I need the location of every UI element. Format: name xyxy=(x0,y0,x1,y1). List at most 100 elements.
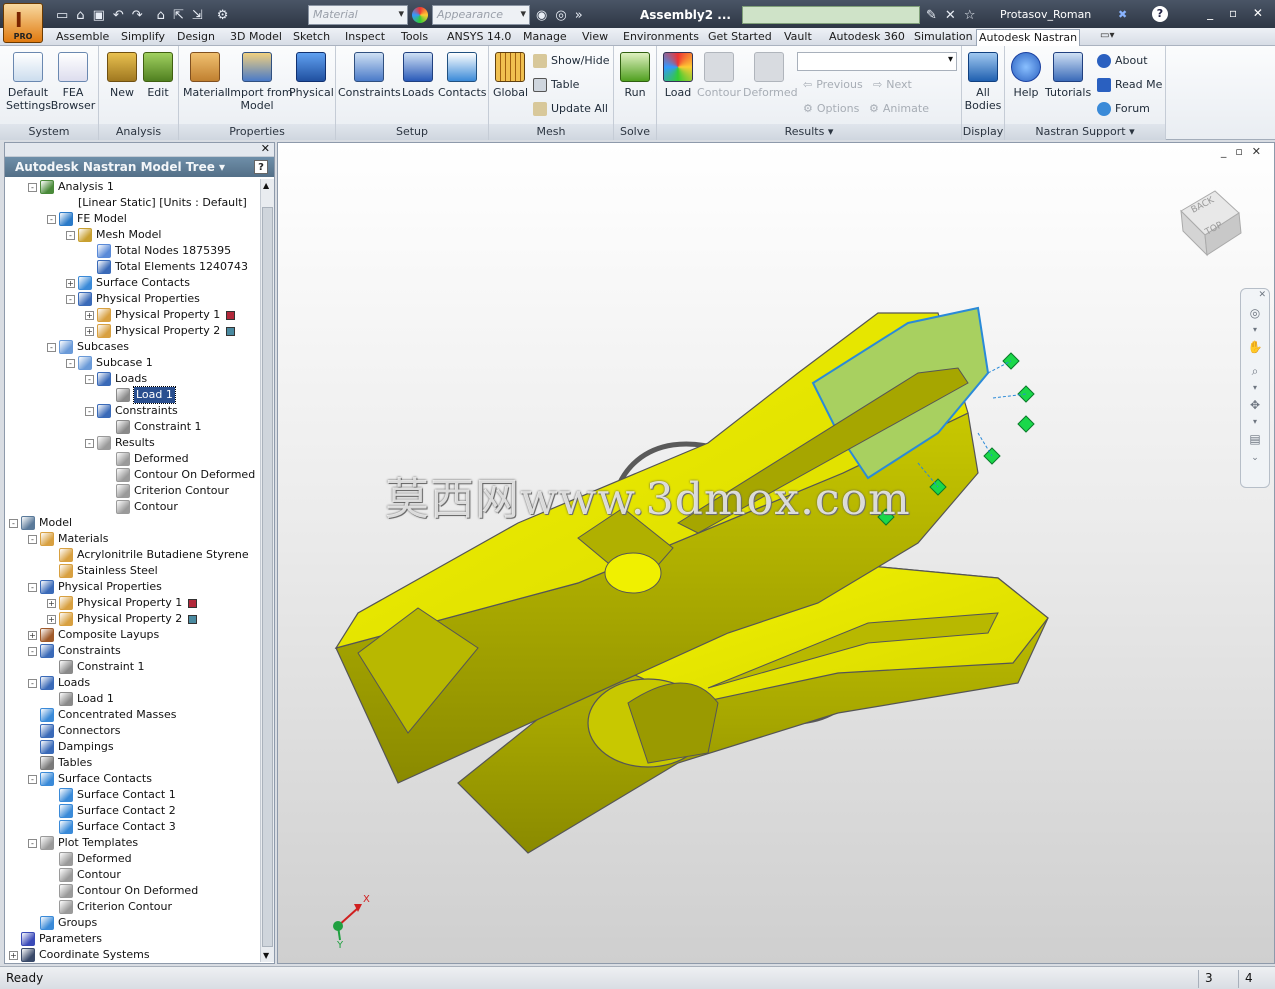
zoom-icon[interactable]: ⌕ xyxy=(1241,359,1269,383)
tree-node[interactable]: - Results xyxy=(85,435,155,451)
collapse-icon[interactable]: - xyxy=(85,438,94,448)
window-controls[interactable]: _ ▫ ✕ xyxy=(1207,6,1269,20)
scroll-thumb[interactable] xyxy=(262,207,273,947)
tree-node[interactable]: Acrylonitrile Butadiene Styrene xyxy=(47,547,249,563)
tree-node[interactable]: Groups xyxy=(28,915,97,931)
tree-node[interactable]: - Mesh Model xyxy=(66,227,161,243)
tools-icon[interactable]: ✕ xyxy=(945,8,956,23)
default-settings-button[interactable]: Default Settings xyxy=(6,52,51,112)
tree-node[interactable]: + Physical Property 2 xyxy=(85,323,236,339)
collapse-icon[interactable]: - xyxy=(28,774,37,784)
update-all-button[interactable]: Update All xyxy=(533,102,608,116)
tree-node[interactable]: - Constraints xyxy=(85,403,178,419)
more-icon[interactable]: » xyxy=(575,8,583,23)
chevron-down-icon[interactable]: ▾ xyxy=(1241,417,1269,427)
select-icon[interactable]: ⇲ xyxy=(192,8,203,23)
tab-tools[interactable]: Tools xyxy=(399,29,430,45)
collapse-icon[interactable]: - xyxy=(28,182,37,192)
user-name[interactable]: Protasov_Roman xyxy=(1000,8,1091,21)
material-button[interactable]: Material xyxy=(183,52,228,99)
show-hide-button[interactable]: Show/Hide xyxy=(533,54,609,68)
collapse-icon[interactable]: - xyxy=(47,342,56,352)
tree-node[interactable]: Total Nodes 1875395 xyxy=(85,243,231,259)
scroll-up-icon[interactable]: ▲ xyxy=(263,181,269,190)
loads-button[interactable]: Loads xyxy=(400,52,436,99)
home-icon[interactable]: ⌂ xyxy=(157,8,165,23)
redo-icon[interactable]: ↷ xyxy=(132,8,143,23)
tree-node[interactable]: Surface Contact 3 xyxy=(47,819,176,835)
deformed-button[interactable]: Deformed xyxy=(743,52,798,99)
appearance-select[interactable]: Appearance xyxy=(432,5,530,25)
return-icon[interactable]: ⇱ xyxy=(173,8,184,23)
tree-node[interactable]: - Model xyxy=(9,515,72,531)
collapse-icon[interactable]: - xyxy=(28,534,37,544)
tree-node[interactable]: Criterion Contour xyxy=(47,899,172,915)
tree-node[interactable]: - Constraints xyxy=(28,643,121,659)
tree-node[interactable]: Contour On Deformed xyxy=(47,883,198,899)
tree-node[interactable]: + Composite Layups xyxy=(28,627,159,643)
clear-icon[interactable]: ◎ xyxy=(555,8,566,23)
ribbon-minimize-icon[interactable]: ▭▾ xyxy=(1100,30,1114,41)
expand-icon[interactable]: + xyxy=(85,326,94,336)
help-icon[interactable]: ? xyxy=(254,160,268,174)
search-input[interactable] xyxy=(742,6,920,24)
help-icon[interactable]: ? xyxy=(1152,6,1168,22)
graphics-viewport[interactable]: _▫✕ BACK TOP ✕ ◎ ▾ ✋ ⌕ ▾ ✥ ▾ ▤ ⌄ 莫西网www.… xyxy=(277,142,1275,964)
animate-button[interactable]: ⚙ Animate xyxy=(869,102,929,116)
tree-node[interactable]: - Plot Templates xyxy=(28,835,138,851)
settings-icon[interactable]: ⌄ xyxy=(1241,451,1269,465)
tree-node[interactable]: Stainless Steel xyxy=(47,563,158,579)
wrench-icon[interactable]: ✎ xyxy=(926,8,937,23)
save-icon[interactable]: ▣ xyxy=(93,8,105,23)
global-mesh-button[interactable]: Global xyxy=(493,52,528,99)
collapse-icon[interactable]: - xyxy=(9,518,18,528)
tree-node[interactable]: Connectors xyxy=(28,723,120,739)
collapse-icon[interactable]: - xyxy=(85,406,94,416)
expand-icon[interactable]: + xyxy=(9,950,18,960)
collapse-icon[interactable]: - xyxy=(47,214,56,224)
close-icon[interactable]: ✕ xyxy=(1241,289,1269,301)
tab-3d-model[interactable]: 3D Model xyxy=(228,29,284,45)
contacts-button[interactable]: Contacts xyxy=(438,52,487,99)
orbit-icon[interactable]: ✥ xyxy=(1241,393,1269,417)
open-icon[interactable]: ⌂ xyxy=(76,8,84,23)
tree-node[interactable]: - Loads xyxy=(85,371,147,387)
tree-node[interactable]: - Analysis 1 xyxy=(28,179,114,195)
expand-icon[interactable]: + xyxy=(47,614,56,624)
tutorials-button[interactable]: Tutorials xyxy=(1045,52,1091,99)
undo-icon[interactable]: ↶ xyxy=(113,8,124,23)
tree-scrollbar[interactable]: ▲ ▼ xyxy=(260,179,274,962)
help-button[interactable]: Help xyxy=(1009,52,1043,99)
close-icon[interactable]: ✕ xyxy=(261,142,270,155)
previous-button[interactable]: ⇦ Previous xyxy=(803,78,863,92)
exchange-icon[interactable]: ✖ xyxy=(1118,8,1127,21)
new-analysis-button[interactable]: New xyxy=(105,52,139,99)
read-me-button[interactable]: Read Me xyxy=(1097,78,1162,92)
browser-title[interactable]: Autodesk Nastran Model Tree ▾? xyxy=(5,157,274,177)
look-at-icon[interactable]: ▤ xyxy=(1241,427,1269,451)
expand-icon[interactable]: + xyxy=(47,598,56,608)
tree-node[interactable]: - Loads xyxy=(28,675,90,691)
tree-node[interactable]: + Physical Property 1 xyxy=(85,307,236,323)
tree-node[interactable]: - Materials xyxy=(28,531,108,547)
tree-node[interactable]: - Subcases xyxy=(47,339,129,355)
import-from-model-button[interactable]: Import from Model xyxy=(227,52,293,112)
star-icon[interactable]: ☆ xyxy=(964,8,976,23)
constraints-button[interactable]: Constraints xyxy=(338,52,401,99)
tree-node[interactable]: + Coordinate Systems xyxy=(9,947,150,962)
next-button[interactable]: ⇨ Next xyxy=(873,78,912,92)
collapse-icon[interactable]: - xyxy=(28,678,37,688)
tab-autodesk-360[interactable]: Autodesk 360 xyxy=(827,29,907,45)
physical-button[interactable]: Physical xyxy=(289,52,334,99)
fea-browser-button[interactable]: FEA Browser xyxy=(50,52,96,112)
new-file-icon[interactable]: ▭ xyxy=(56,8,68,23)
tree-node[interactable]: [Linear Static] [Units : Default] xyxy=(66,195,247,211)
panel-label[interactable]: Nastran Support ▾ xyxy=(1005,124,1165,140)
tree-node[interactable]: - Surface Contacts xyxy=(28,771,152,787)
collapse-icon[interactable]: - xyxy=(28,838,37,848)
tab-simplify[interactable]: Simplify xyxy=(119,29,167,45)
update-icon[interactable]: ⚙ xyxy=(217,8,229,23)
tree-node[interactable]: + Physical Property 2 xyxy=(47,611,198,627)
collapse-icon[interactable]: - xyxy=(85,374,94,384)
viewcube[interactable]: BACK TOP xyxy=(1175,183,1245,263)
